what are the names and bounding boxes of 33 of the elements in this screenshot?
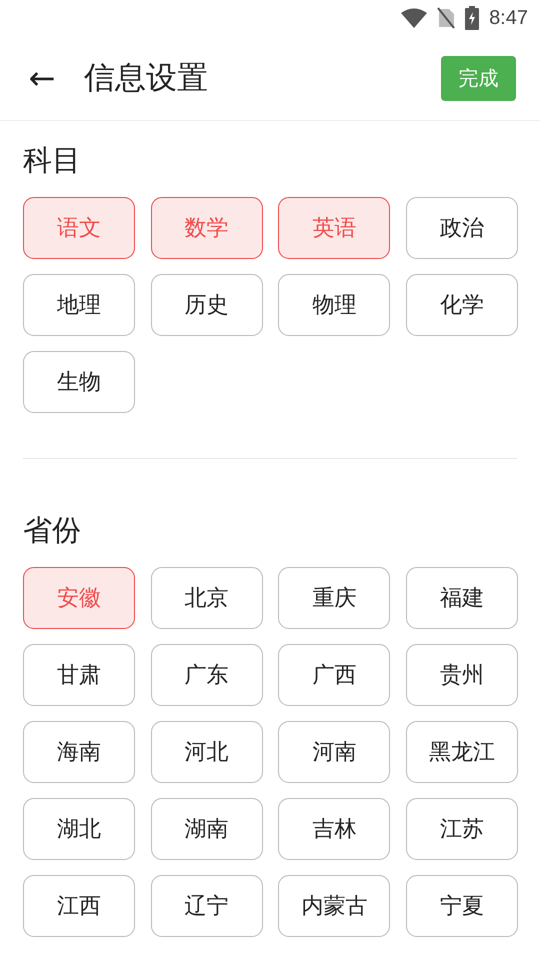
option-chip[interactable]: 物理 — [278, 274, 390, 336]
option-chip[interactable]: 生物 — [23, 351, 135, 413]
option-chip[interactable]: 重庆 — [278, 567, 390, 629]
option-chip[interactable]: 广东 — [150, 644, 263, 706]
status-time: 8:47 — [489, 6, 528, 30]
option-chip[interactable]: 河南 — [278, 721, 390, 783]
option-chip[interactable]: 黑龙江 — [406, 721, 518, 783]
option-chip[interactable]: 甘肃 — [23, 644, 135, 706]
option-chip[interactable]: 政治 — [406, 197, 518, 259]
option-chip[interactable]: 内蒙古 — [278, 875, 390, 937]
back-button[interactable]: ← — [22, 59, 62, 97]
page-title: 信息设置 — [84, 59, 209, 98]
option-chip[interactable]: 贵州 — [406, 644, 518, 706]
option-chip[interactable]: 辽宁 — [150, 875, 263, 937]
option-chip[interactable]: 海南 — [23, 721, 135, 783]
option-chip[interactable]: 吉林 — [278, 798, 390, 860]
option-chip[interactable]: 历史 — [150, 274, 263, 336]
option-chip[interactable]: 福建 — [406, 567, 518, 629]
option-chip[interactable]: 北京 — [150, 567, 263, 629]
wifi-icon — [401, 8, 428, 28]
option-chip[interactable]: 湖南 — [150, 798, 263, 860]
option-chip[interactable]: 湖北 — [23, 798, 135, 860]
option-chip[interactable]: 江西 — [23, 875, 135, 937]
option-chip[interactable]: 宁夏 — [406, 875, 518, 937]
section-title: 省份 — [22, 512, 82, 549]
option-chip[interactable]: 河北 — [150, 721, 263, 783]
no-sim-icon — [437, 7, 456, 29]
battery-icon — [465, 6, 480, 30]
option-chip[interactable]: 江苏 — [406, 798, 518, 860]
option-chip[interactable]: 地理 — [23, 274, 135, 336]
option-chip[interactable]: 化学 — [406, 274, 518, 336]
section-title: 科目 — [22, 142, 82, 179]
option-chip[interactable]: 广西 — [278, 644, 390, 706]
